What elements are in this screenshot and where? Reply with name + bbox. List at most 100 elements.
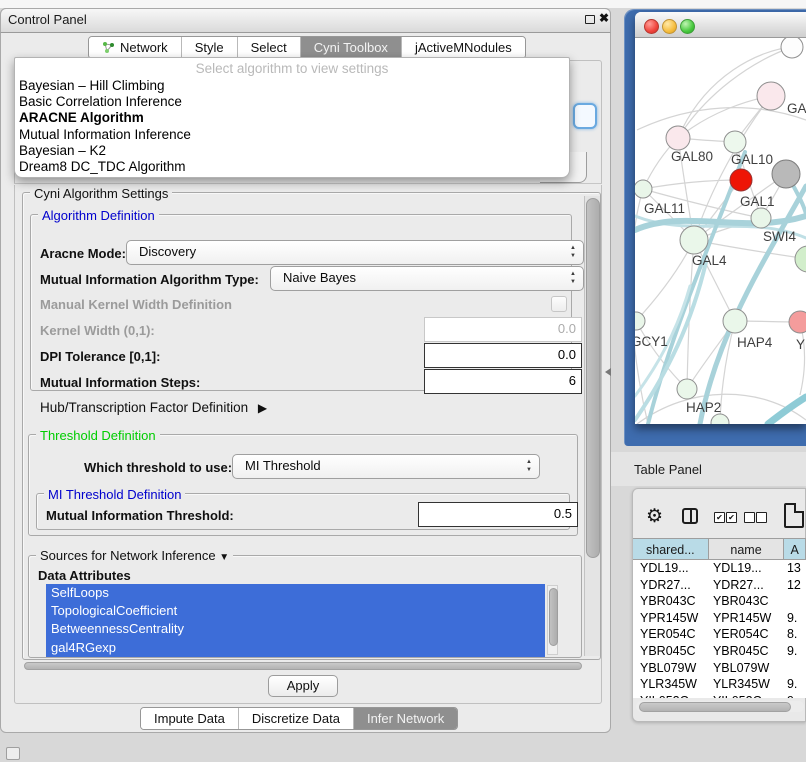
network-node[interactable] bbox=[730, 169, 752, 191]
manual-kernel-width-label: Manual Kernel Width Definition bbox=[40, 297, 232, 312]
show-columns-icon[interactable]: ✔ bbox=[726, 512, 737, 523]
settings-scrollbar-track[interactable] bbox=[584, 196, 600, 656]
table-hscrollbar-thumb[interactable] bbox=[639, 702, 791, 712]
control-panel-tabs: NetworkStyleSelectCyni ToolboxjActiveMNo… bbox=[88, 36, 526, 59]
manual-kernel-width-checkbox[interactable] bbox=[551, 296, 567, 312]
attributes-scrollbar-track[interactable] bbox=[547, 585, 558, 655]
hide-columns-icon[interactable] bbox=[756, 512, 767, 523]
dpi-tolerance-field[interactable]: 0.0 bbox=[424, 343, 582, 368]
network-node-hap4[interactable] bbox=[723, 309, 747, 333]
network-node-gal11[interactable] bbox=[635, 180, 652, 198]
tab-infer-network[interactable]: Infer Network bbox=[354, 708, 457, 729]
table-panel-title: Table Panel bbox=[634, 462, 702, 477]
table-row[interactable]: YBR043CYBR043C bbox=[633, 593, 806, 610]
mi-threshold-field[interactable]: 0.5 bbox=[418, 502, 578, 527]
close-panel-icon[interactable]: ✖ bbox=[599, 11, 609, 25]
splitpane-collapse-arrow[interactable] bbox=[605, 368, 611, 376]
kernel-width-field[interactable]: 0.0 bbox=[424, 317, 582, 342]
hub-factor-section-label[interactable]: Hub/Transcription Factor Definition ▶ bbox=[40, 400, 267, 415]
tab-impute-data[interactable]: Impute Data bbox=[141, 708, 239, 729]
mi-steps-field[interactable]: 6 bbox=[424, 369, 582, 394]
table-cell: YPR145W bbox=[633, 610, 709, 627]
apply-button[interactable]: Apply bbox=[268, 675, 338, 697]
table-row[interactable]: YIL052CYIL052C9 bbox=[633, 693, 806, 698]
network-node-gal80[interactable] bbox=[666, 126, 690, 150]
network-window-titlebar[interactable] bbox=[635, 12, 806, 38]
network-node-hap2[interactable] bbox=[677, 379, 697, 399]
float-window-icon[interactable] bbox=[585, 15, 595, 24]
inference-algorithm-combo-fragment[interactable] bbox=[573, 103, 597, 129]
gear-icon[interactable]: ⚙ bbox=[646, 505, 663, 528]
algorithm-option[interactable]: Dream8 DC_TDC Algorithm bbox=[15, 159, 569, 175]
table-row[interactable]: YER054CYER054C8. bbox=[633, 626, 806, 643]
network-node-label: GAL80 bbox=[671, 149, 713, 164]
network-node[interactable] bbox=[772, 160, 800, 188]
export-table-icon[interactable] bbox=[784, 503, 804, 528]
table-row[interactable]: YLR345WYLR345W9. bbox=[633, 676, 806, 693]
table-cell: 9 bbox=[782, 693, 806, 698]
column-header[interactable]: name bbox=[709, 539, 785, 560]
which-threshold-value: MI Threshold bbox=[245, 458, 321, 473]
network-canvas[interactable]: GALGAL80GAL10GAL11GAL1SWI4GAL4GCY1HAP4YH… bbox=[635, 38, 806, 424]
show-columns-icon[interactable]: ✔ bbox=[714, 512, 725, 523]
attributes-scrollbar-thumb[interactable] bbox=[549, 588, 558, 646]
sources-title[interactable]: Sources for Network Inference ▼ bbox=[36, 548, 233, 563]
table-row[interactable]: YBL079WYBL079W bbox=[633, 660, 806, 677]
network-node-gal10[interactable] bbox=[724, 131, 746, 153]
tab-cyni-toolbox[interactable]: Cyni Toolbox bbox=[301, 37, 402, 58]
data-attribute-item[interactable]: gal4RGexp bbox=[46, 639, 545, 657]
hide-columns-icon[interactable] bbox=[744, 512, 755, 523]
aracne-mode-combo[interactable]: Discovery ▲▼ bbox=[126, 240, 584, 265]
tab-select[interactable]: Select bbox=[238, 37, 301, 58]
table-row[interactable]: YPR145WYPR145W9. bbox=[633, 610, 806, 627]
algorithm-option[interactable]: Bayesian – K2 bbox=[15, 143, 569, 159]
table-cell: 8. bbox=[782, 626, 806, 643]
control-panel-title: Control Panel bbox=[8, 12, 87, 27]
data-attribute-item[interactable]: TopologicalCoefficient bbox=[46, 602, 545, 620]
network-node-label: SWI4 bbox=[763, 229, 796, 244]
network-node-gal1[interactable] bbox=[751, 208, 771, 228]
expand-right-icon[interactable]: ▶ bbox=[258, 401, 267, 415]
aracne-mode-value: Discovery bbox=[139, 244, 196, 259]
network-node-y[interactable] bbox=[789, 311, 806, 333]
network-node-gal4[interactable] bbox=[680, 226, 708, 254]
mi-steps-label: Mutual Information Steps: bbox=[40, 375, 200, 390]
settings-hscrollbar-thumb[interactable] bbox=[24, 662, 582, 670]
kernel-width-label: Kernel Width (0,1): bbox=[40, 323, 155, 338]
which-threshold-combo[interactable]: MI Threshold ▲▼ bbox=[232, 454, 540, 479]
table-cell: 9. bbox=[782, 610, 806, 627]
mi-algorithm-type-combo[interactable]: Naive Bayes ▲▼ bbox=[270, 266, 584, 291]
network-node-gal[interactable] bbox=[757, 82, 785, 110]
column-header[interactable]: shared... bbox=[633, 539, 709, 560]
table-hscrollbar-track[interactable] bbox=[636, 701, 804, 712]
algorithm-option[interactable]: Basic Correlation Inference bbox=[15, 94, 569, 110]
data-attribute-item[interactable]: BetweennessCentrality bbox=[46, 620, 545, 638]
tab-style[interactable]: Style bbox=[182, 37, 238, 58]
minimized-panel-icon[interactable] bbox=[6, 747, 20, 760]
network-node-label: GAL1 bbox=[740, 194, 775, 209]
algorithm-option[interactable]: Mutual Information Inference bbox=[15, 127, 569, 143]
mac-close-button[interactable] bbox=[644, 19, 659, 34]
mac-minimize-button[interactable] bbox=[662, 19, 677, 34]
tab-discretize-data[interactable]: Discretize Data bbox=[239, 708, 354, 729]
table-row[interactable]: YDL19...YDL19...13 bbox=[633, 560, 806, 577]
collapse-down-icon[interactable]: ▼ bbox=[219, 552, 229, 563]
table-row[interactable]: YDR27...YDR27...12 bbox=[633, 577, 806, 594]
network-node-label: GAL bbox=[787, 101, 806, 116]
data-attributes-list[interactable]: SelfLoopsTopologicalCoefficientBetweenne… bbox=[46, 584, 545, 657]
tab-jactivemnodules[interactable]: jActiveMNodules bbox=[402, 37, 525, 58]
split-columns-icon[interactable] bbox=[682, 508, 698, 524]
algorithm-option[interactable]: ARACNE Algorithm bbox=[15, 110, 569, 126]
data-attribute-item[interactable]: SelfLoops bbox=[46, 584, 545, 602]
mac-zoom-button[interactable] bbox=[680, 19, 695, 34]
table-cell: YBR045C bbox=[633, 643, 709, 660]
table-row[interactable]: YBR045CYBR045C9. bbox=[633, 643, 806, 660]
tab-network[interactable]: Network bbox=[89, 37, 182, 58]
table-cell: 9. bbox=[782, 676, 806, 693]
table-cell: YER054C bbox=[709, 626, 782, 643]
group-border-fragment bbox=[14, 183, 602, 185]
algorithm-option[interactable]: Bayesian – Hill Climbing bbox=[15, 78, 569, 94]
column-header[interactable]: A bbox=[784, 539, 806, 560]
settings-scrollbar-thumb[interactable] bbox=[586, 198, 600, 558]
network-node[interactable] bbox=[781, 38, 803, 58]
